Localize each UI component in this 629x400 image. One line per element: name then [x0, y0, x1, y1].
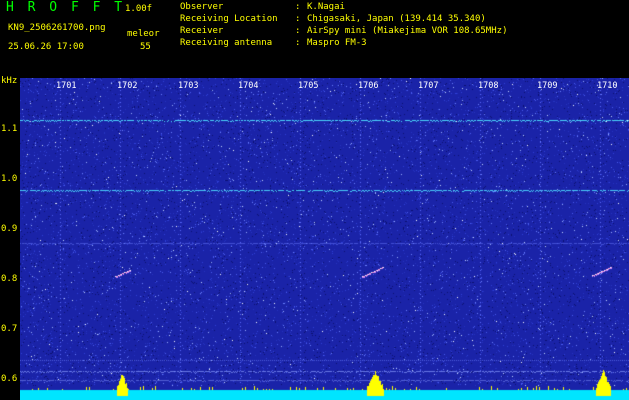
spectrogram-canvas	[20, 78, 629, 400]
x-tick-label: 1708	[478, 81, 499, 91]
info-row-antenna: Receiving antenna: Maspro FM-3	[180, 38, 367, 48]
x-tick-label: 1705	[298, 81, 319, 91]
x-tick-label: 1707	[418, 81, 439, 91]
info-value: AirSpy mini (Miakejima VOR 108.65MHz)	[307, 26, 508, 36]
info-row-location: Receiving Location: Chigasaki, Japan (139…	[180, 14, 486, 24]
x-tick-label: 1702	[117, 81, 138, 91]
info-key: Receiving antenna	[180, 38, 273, 48]
info-key: Observer	[180, 2, 224, 12]
info-key: Receiving Location	[180, 14, 278, 24]
x-tick-label: 1701	[56, 81, 77, 91]
info-value: K.Nagai	[307, 2, 345, 12]
mode-label: meleor	[127, 29, 160, 39]
x-tick-label: 1706	[358, 81, 379, 91]
y-tick-label: 0.9	[1, 224, 18, 234]
datetime-label: 25.06.26 17:00	[8, 42, 84, 52]
filename-label: KN9_2506261700.png	[8, 23, 106, 33]
info-key: Receiver	[180, 26, 224, 36]
app-title: H R O F F T	[6, 0, 126, 15]
info-value: Chigasaki, Japan (139.414 35.340)	[307, 14, 486, 24]
y-tick-label: 0.8	[1, 274, 18, 284]
info-row-receiver: Receiver: AirSpy mini (Miakejima VOR 108.…	[180, 26, 508, 36]
y-tick-label: 1.0	[1, 174, 18, 184]
y-tick-label: 0.7	[1, 324, 18, 334]
meteor-count-value: 55	[140, 42, 151, 52]
x-tick-label: 1704	[238, 81, 259, 91]
y-tick-label: 0.6	[1, 374, 18, 384]
y-tick-label: 1.1	[1, 124, 18, 134]
version-label: 1.00f	[125, 4, 153, 14]
unit-label: kHz	[1, 76, 18, 86]
x-tick-label: 1710	[597, 81, 618, 91]
info-value: Maspro FM-3	[307, 38, 367, 48]
x-tick-label: 1703	[178, 81, 199, 91]
info-row-observer: Observer: K.Nagai	[180, 2, 345, 12]
x-tick-label: 1709	[537, 81, 558, 91]
